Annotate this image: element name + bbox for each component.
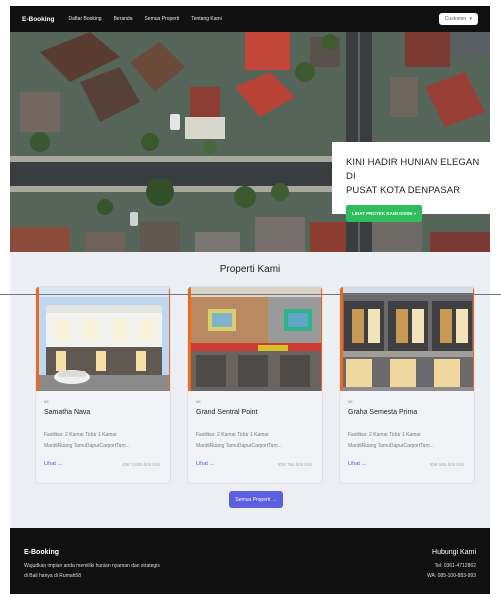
- property-id: #5: [348, 399, 353, 404]
- section-title: Properti Kami: [219, 264, 281, 275]
- footer-brand: E-Booking: [24, 549, 59, 556]
- hero-card: KINI HADIR HUNIAN ELEGAN DI PUSAT KOTA D…: [332, 142, 490, 222]
- property-desc: Fasilitas: 2 Kamar Tidur 1 Kamar MandiRu…: [348, 432, 434, 449]
- semua-properti-button[interactable]: Semua Properti →: [229, 491, 283, 508]
- property-card-2[interactable]: #9 Grand Sentral Point Fasilitas: 2 Kama…: [187, 286, 323, 484]
- property-image-2: [188, 287, 322, 391]
- footer: E-Booking Wujudkan impian anda memiliki …: [10, 528, 490, 594]
- customer-label: Customer: [444, 16, 467, 22]
- footer-contact-title: Hubungi Kami: [432, 549, 476, 556]
- nav-link-daftar-booking[interactable]: Daftar Booking: [69, 16, 102, 22]
- property-price: IDR 3.000.000.000: [122, 462, 160, 467]
- property-id: #9: [196, 399, 201, 404]
- property-desc: Fasilitas: 2 Kamar Tidur 1 Kamar MandiRu…: [196, 432, 282, 449]
- hero-banner: KINI HADIR HUNIAN ELEGAN DI PUSAT KOTA D…: [10, 32, 490, 252]
- footer-tagline-1: Wujudkan impian anda memiliki hunian nya…: [24, 563, 160, 569]
- hero-cta-button[interactable]: LIHAT PROYEK KAMI DISINI »: [346, 205, 423, 222]
- property-card-3[interactable]: #5 Graha Semesta Prima Fasilitas: 2 Kama…: [339, 286, 475, 484]
- property-desc: Fasilitas: 2 Kamar Tidur 1 Kamar MandiRu…: [44, 432, 130, 449]
- hero-title-line2: PUSAT KOTA DENPASAR: [346, 185, 461, 196]
- property-price: IDR 754.000.000: [277, 462, 312, 467]
- property-name: Grand Sentral Point: [196, 409, 258, 416]
- footer-tel[interactable]: Tel: 0361-4712862: [435, 563, 476, 569]
- property-id: #3: [44, 399, 49, 404]
- nav-link-semua-properti[interactable]: Semua Properti: [144, 16, 179, 22]
- customer-dropdown[interactable]: Customer ▾: [438, 13, 478, 25]
- lihat-link[interactable]: Lihat →: [44, 461, 63, 467]
- property-image-1: [36, 287, 170, 391]
- chevron-down-icon: ▾: [469, 16, 472, 22]
- property-image-3: [340, 287, 474, 391]
- footer-wa[interactable]: WA: 085-100-883-993: [427, 573, 476, 579]
- lihat-link[interactable]: Lihat →: [196, 461, 215, 467]
- divider-line: [0, 294, 501, 295]
- hero-title-line1: KINI HADIR HUNIAN ELEGAN DI: [346, 157, 480, 182]
- property-price: IDR 565.000.000: [429, 462, 464, 467]
- property-card-1[interactable]: #3 Samatha Nava Fasilitas: 2 Kamar Tidur…: [35, 286, 171, 484]
- brand-logo[interactable]: E-Booking: [22, 16, 55, 23]
- property-name: Samatha Nava: [44, 409, 91, 416]
- nav-link-beranda[interactable]: Beranda: [114, 16, 133, 22]
- property-name: Graha Semesta Prima: [348, 409, 418, 416]
- nav-link-tentang-kami[interactable]: Tentang Kami: [191, 16, 222, 22]
- footer-tagline-2: di Bali hanya di Rumah58: [24, 573, 81, 579]
- navbar: E-Booking Daftar Booking Beranda Semua P…: [10, 6, 490, 32]
- lihat-link[interactable]: Lihat →: [348, 461, 367, 467]
